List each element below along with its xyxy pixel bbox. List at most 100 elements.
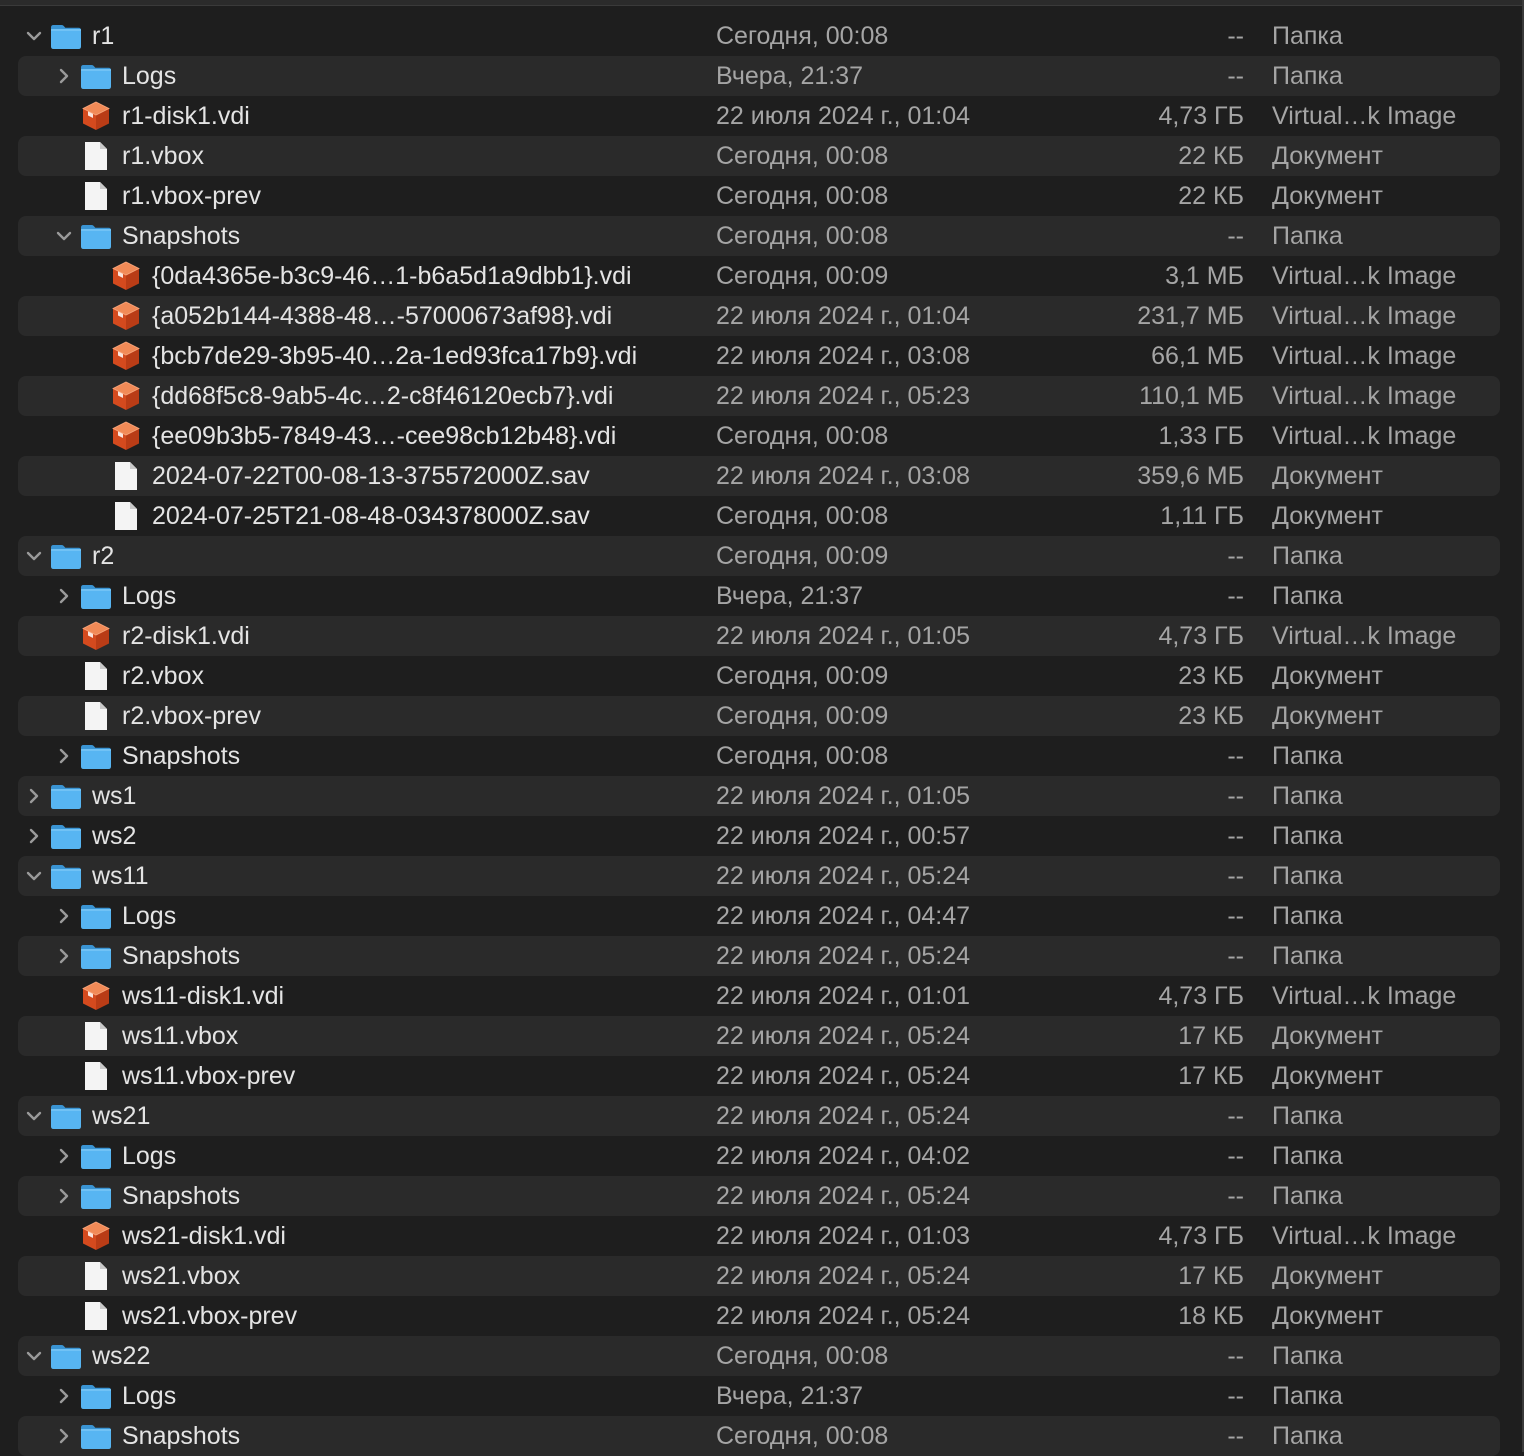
file-size: -- xyxy=(1227,1342,1244,1370)
chevron-right-icon[interactable] xyxy=(52,1184,76,1208)
file-row[interactable]: r2-disk1.vdi 22 июля 2024 г., 01:05 4,73 Г… xyxy=(18,616,1500,656)
file-name: ws21.vbox-prev xyxy=(122,1302,298,1330)
date-modified: 22 июля 2024 г., 01:04 xyxy=(716,302,971,330)
chevron-right-icon[interactable] xyxy=(52,1384,76,1408)
file-size: -- xyxy=(1227,942,1244,970)
chevron-down-icon[interactable] xyxy=(22,24,46,48)
file-row[interactable]: ws11-disk1.vdi 22 июля 2024 г., 01:01 4,73… xyxy=(18,976,1500,1016)
file-row[interactable]: Logs 22 июля 2024 г., 04:47 -- Папка xyxy=(18,896,1500,936)
date-modified: 22 июля 2024 г., 01:05 xyxy=(716,782,971,810)
file-kind: Документ xyxy=(1272,1262,1383,1290)
file-row[interactable]: ws11 22 июля 2024 г., 05:24 -- Папка xyxy=(18,856,1500,896)
file-kind: Документ xyxy=(1272,502,1383,530)
file-row[interactable]: 2024-07-25T21-08-48-034378000Z.sav Сегодн… xyxy=(18,496,1500,536)
file-name: {ee09b3b5-7849-43…-cee98cb12b48}.vdi xyxy=(152,422,617,450)
file-row[interactable]: r2 Сегодня, 00:09 -- Папка xyxy=(18,536,1500,576)
file-row[interactable]: {dd68f5c8-9ab5-4c…2-c8f46120ecb7}.vdi 22 … xyxy=(18,376,1500,416)
file-row[interactable]: Logs Вчера, 21:37 -- Папка xyxy=(18,56,1500,96)
file-name: r1 xyxy=(92,22,115,50)
file-size: 4,73 ГБ xyxy=(1158,102,1244,130)
file-name: Snapshots xyxy=(122,222,241,250)
file-kind: Папка xyxy=(1272,902,1343,930)
file-row[interactable]: r1-disk1.vdi 22 июля 2024 г., 01:04 4,73 Г… xyxy=(18,96,1500,136)
virtual-disk-icon xyxy=(109,419,143,453)
chevron-right-icon[interactable] xyxy=(52,1424,76,1448)
file-row[interactable]: ws21-disk1.vdi 22 июля 2024 г., 01:03 4,73… xyxy=(18,1216,1500,1256)
file-row[interactable]: r1.vbox-prev Сегодня, 00:08 22 КБ Документ xyxy=(18,176,1500,216)
chevron-down-icon[interactable] xyxy=(22,864,46,888)
file-row[interactable]: 2024-07-22T00-08-13-375572000Z.sav 22 июл… xyxy=(18,456,1500,496)
file-size: 4,73 ГБ xyxy=(1158,622,1244,650)
file-name: ws2 xyxy=(92,822,137,850)
file-row[interactable]: {bcb7de29-3b95-40…2a-1ed93fca17b9}.vdi 22… xyxy=(18,336,1500,376)
file-kind: Папка xyxy=(1272,742,1343,770)
chevron-right-icon[interactable] xyxy=(52,64,76,88)
folder-icon xyxy=(79,899,113,933)
file-row[interactable]: ws21.vbox 22 июля 2024 г., 05:24 17 КБ Доку… xyxy=(18,1256,1500,1296)
date-modified: 22 июля 2024 г., 04:47 xyxy=(716,902,971,930)
chevron-right-icon[interactable] xyxy=(52,904,76,928)
chevron-down-icon[interactable] xyxy=(22,1344,46,1368)
folder-icon xyxy=(49,1339,83,1373)
file-row[interactable]: Logs 22 июля 2024 г., 04:02 -- Папка xyxy=(18,1136,1500,1176)
date-modified: 22 июля 2024 г., 01:01 xyxy=(716,982,971,1010)
file-row[interactable]: Snapshots Сегодня, 00:08 -- Папка xyxy=(18,1416,1500,1456)
chevron-right-icon[interactable] xyxy=(52,944,76,968)
file-row[interactable]: {a052b144-4388-48…-57000673af98}.vdi 22 и… xyxy=(18,296,1500,336)
file-row[interactable]: ws2 22 июля 2024 г., 00:57 -- Папка xyxy=(18,816,1500,856)
file-kind: Virtual…k Image xyxy=(1272,622,1457,650)
file-size: -- xyxy=(1227,782,1244,810)
file-row[interactable]: ws11.vbox 22 июля 2024 г., 05:24 17 КБ Доку… xyxy=(18,1016,1500,1056)
file-kind: Папка xyxy=(1272,62,1343,90)
file-row[interactable]: Snapshots 22 июля 2024 г., 05:24 -- Папка xyxy=(18,1176,1500,1216)
file-row[interactable]: r2.vbox-prev Сегодня, 00:09 23 КБ Документ xyxy=(18,696,1500,736)
file-kind: Папка xyxy=(1272,782,1343,810)
file-size: -- xyxy=(1227,62,1244,90)
folder-icon xyxy=(49,539,83,573)
chevron-down-icon[interactable] xyxy=(52,224,76,248)
document-icon xyxy=(79,1019,113,1053)
virtual-disk-icon xyxy=(109,339,143,373)
file-row[interactable]: ws21.vbox-prev 22 июля 2024 г., 05:24 18 К… xyxy=(18,1296,1500,1336)
file-size: 22 КБ xyxy=(1178,142,1244,170)
document-icon xyxy=(79,699,113,733)
file-kind: Папка xyxy=(1272,942,1343,970)
folder-icon xyxy=(49,1099,83,1133)
file-row[interactable]: ws21 22 июля 2024 г., 05:24 -- Папка xyxy=(18,1096,1500,1136)
file-row[interactable]: Logs Вчера, 21:37 -- Папка xyxy=(18,576,1500,616)
date-modified: Вчера, 21:37 xyxy=(716,1382,864,1410)
file-size: 66,1 МБ xyxy=(1151,342,1244,370)
date-modified: 22 июля 2024 г., 05:24 xyxy=(716,1022,971,1050)
file-row[interactable]: {0da4365e-b3c9-46…1-b6a5d1a9dbb1}.vdi Сег… xyxy=(18,256,1500,296)
chevron-down-icon[interactable] xyxy=(22,1104,46,1128)
virtual-disk-icon xyxy=(109,379,143,413)
file-row[interactable]: ws1 22 июля 2024 г., 01:05 -- Папка xyxy=(18,776,1500,816)
file-row[interactable]: Snapshots Сегодня, 00:08 -- Папка xyxy=(18,736,1500,776)
virtual-disk-icon xyxy=(79,619,113,653)
chevron-down-icon[interactable] xyxy=(22,544,46,568)
file-row[interactable]: r1 Сегодня, 00:08 -- Папка xyxy=(18,16,1500,56)
date-modified: Сегодня, 00:08 xyxy=(716,1342,889,1370)
file-row[interactable]: r1.vbox Сегодня, 00:08 22 КБ Документ xyxy=(18,136,1500,176)
date-modified: 22 июля 2024 г., 03:08 xyxy=(716,342,971,370)
chevron-right-icon[interactable] xyxy=(22,784,46,808)
file-row[interactable]: {ee09b3b5-7849-43…-cee98cb12b48}.vdi Сего… xyxy=(18,416,1500,456)
file-list-outline-view[interactable]: r1 Сегодня, 00:08 -- Папка Logs Вчера, 21:37 -… xyxy=(18,16,1500,1456)
file-row[interactable]: Logs Вчера, 21:37 -- Папка xyxy=(18,1376,1500,1416)
file-row[interactable]: ws11.vbox-prev 22 июля 2024 г., 05:24 17 К… xyxy=(18,1056,1500,1096)
chevron-right-icon[interactable] xyxy=(52,584,76,608)
chevron-right-icon[interactable] xyxy=(52,744,76,768)
file-name: r1.vbox-prev xyxy=(122,182,261,210)
folder-icon xyxy=(49,859,83,893)
file-row[interactable]: Snapshots 22 июля 2024 г., 05:24 -- Папка xyxy=(18,936,1500,976)
chevron-right-icon[interactable] xyxy=(52,1144,76,1168)
file-name: Logs xyxy=(122,62,177,90)
document-icon xyxy=(79,139,113,173)
date-modified: Сегодня, 00:08 xyxy=(716,502,889,530)
file-kind: Virtual…k Image xyxy=(1272,342,1457,370)
file-row[interactable]: r2.vbox Сегодня, 00:09 23 КБ Документ xyxy=(18,656,1500,696)
chevron-right-icon[interactable] xyxy=(22,824,46,848)
file-row[interactable]: ws22 Сегодня, 00:08 -- Папка xyxy=(18,1336,1500,1376)
file-size: 17 КБ xyxy=(1178,1022,1244,1050)
file-row[interactable]: Snapshots Сегодня, 00:08 -- Папка xyxy=(18,216,1500,256)
